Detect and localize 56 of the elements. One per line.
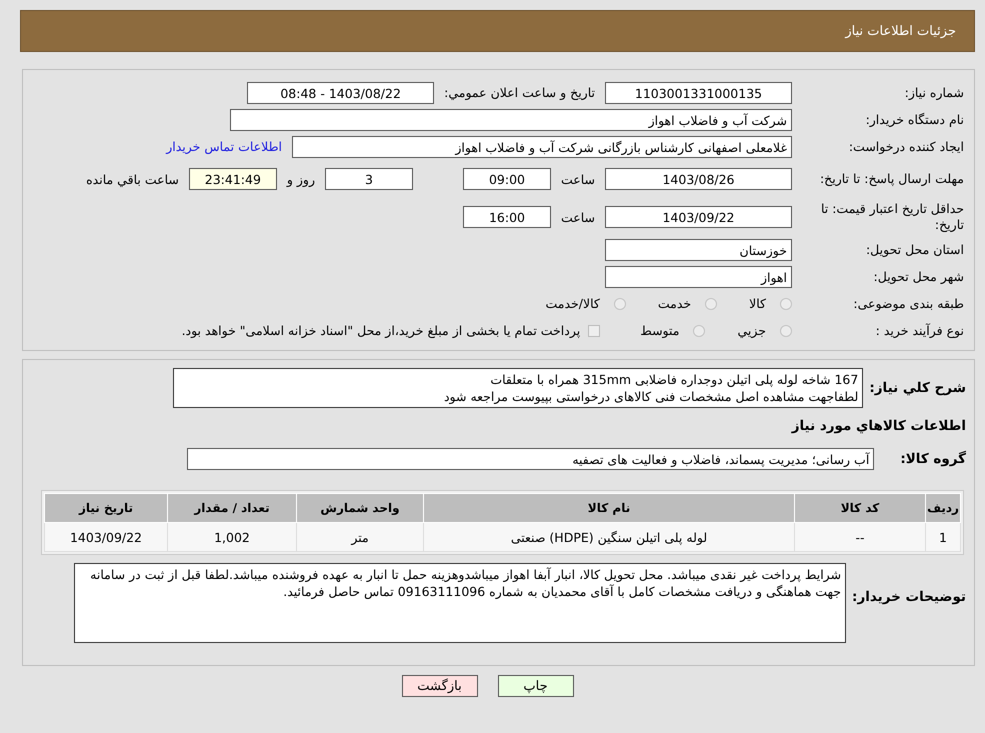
date-field: 1403/09/22 <box>605 206 792 228</box>
time-label: ساعت <box>560 172 595 186</box>
field-label: نوع فرآیند خرید : <box>874 323 964 338</box>
page-title: جزئیات اطلاعات نیاز <box>845 24 956 38</box>
purchase-type-radio[interactable]: متوسط <box>640 323 706 338</box>
goods-group-field: آب رسانی؛ مدیریت پسماند، فاضلاب و فعالیت های تصفیه <box>187 448 874 470</box>
column-header: نام کالا <box>424 494 794 522</box>
field-label: ایجاد کننده درخواست: <box>848 139 964 154</box>
field-label: شماره نیاز: <box>904 85 964 100</box>
payment-checkbox[interactable] <box>588 324 600 336</box>
remaining-label: ساعت باقي مانده <box>86 172 179 186</box>
column-header: واحد شمارش <box>296 494 424 522</box>
field-label: حداقل تاریخ اعتبار قیمت: تا تاریخ: <box>820 201 964 233</box>
field-label: شهر محل تحویل: <box>872 269 964 284</box>
buyer-notes-field: شرایط پرداخت غیر نقدی میباشد. محل تحویل کالا، انبار آبفا اهواز میباشدوهزینه حمل تا انبار به عهده فروشنده میباشد.لطفا قبل از ثبت در سامانه جهت هماهنگی و دریافت مشخصات کامل با آقای محمدیان به شماره 09163111096 تماس حاصل فرمائید. <box>74 563 846 643</box>
buyer-org-field: شرکت آب و فاضلاب اهواز <box>230 108 792 130</box>
days-field: 3 <box>324 168 413 190</box>
table-cell: 1,002 <box>168 522 296 552</box>
field-label: طبقه بندی موضوعی: <box>852 296 964 311</box>
remaining-time-field: 23:41:49 <box>188 168 277 190</box>
city-field: اهواز <box>605 266 792 288</box>
days-label: روز و <box>286 172 315 186</box>
field-label: استان محل تحویل: <box>864 242 964 257</box>
table-cell: 1403/09/22 <box>44 522 168 552</box>
action-button[interactable]: بازگشت <box>402 675 478 697</box>
announce-date-field: 1403/08/22 - 08:48 <box>247 82 434 104</box>
field-label: تاریخ و ساعت اعلان عمومي: <box>444 85 595 100</box>
need-number-field: 1103001331000135 <box>605 82 792 104</box>
payment-note: پرداخت تمام یا بخشی از مبلغ خرید،از محل "اسناد خزانه اسلامی" خواهد بود. <box>182 323 580 338</box>
description-field: 167 شاخه لوله پلی اتیلن دوجداره فاضلابی 315mm همراه با متعلقات لطفاجهت مشاهده اصل مشخصات فنی کالاهای درخواستی بپیوست مراجعه شود <box>173 368 864 408</box>
field-label: گروه کالا: <box>900 450 966 467</box>
date-field: 1403/08/26 <box>605 168 792 190</box>
action-button[interactable]: چاپ <box>498 675 574 697</box>
province-field: خوزستان <box>605 238 792 260</box>
time-field: 09:00 <box>462 168 551 190</box>
column-header: کد کالا <box>794 494 926 522</box>
column-header: ردیف <box>926 494 960 522</box>
field-label: توضیحات خریدار: <box>852 588 966 605</box>
table-cell: 1 <box>926 522 960 552</box>
column-header: تاریخ نیاز <box>44 494 168 522</box>
category-radio[interactable]: خدمت <box>658 296 718 311</box>
table-cell: -- <box>794 522 926 552</box>
table-cell: متر <box>296 522 424 552</box>
field-label: شرح كلي نياز: <box>869 379 966 396</box>
field-label: نام دستگاه خریدار: <box>864 112 964 127</box>
field-label: مهلت ارسال پاسخ: تا تاریخ: <box>818 171 964 187</box>
category-radio[interactable]: کالا <box>749 296 792 311</box>
table-cell: لوله پلی اتیلن سنگین (HDPE) صنعتی <box>424 522 794 552</box>
time-label: ساعت <box>560 210 595 224</box>
section-title: اطلاعات كالاهاي مورد نياز <box>790 417 967 434</box>
buyer-contact-link[interactable]: اطلاعات تماس خریدار <box>166 139 282 154</box>
category-radio[interactable]: کالا/خدمت <box>545 296 626 311</box>
purchase-type-radio[interactable]: جزيي <box>737 323 792 338</box>
time-field: 16:00 <box>462 206 551 228</box>
column-header: تعداد / مقدار <box>168 494 296 522</box>
requester-field: غلامعلی اصفهانی کارشناس بازرگانی شرکت آب و فاضلاب اهواز <box>292 136 792 158</box>
